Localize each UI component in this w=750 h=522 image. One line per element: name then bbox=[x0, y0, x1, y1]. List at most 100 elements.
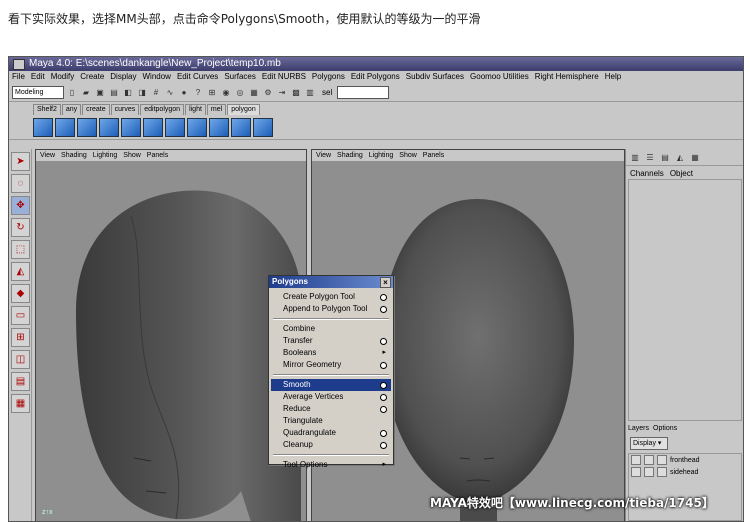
option-box-icon[interactable] bbox=[380, 294, 387, 301]
history-icon[interactable]: ⊞ bbox=[206, 86, 218, 98]
vp2-menu-lighting[interactable]: Lighting bbox=[369, 150, 394, 161]
vp-menu-panels[interactable]: Panels bbox=[147, 150, 168, 161]
shelf-tab-shelf2[interactable]: Shelf2 bbox=[33, 104, 61, 115]
menu-subdiv-surfaces[interactable]: Subdiv Surfaces bbox=[406, 71, 464, 83]
menu-display[interactable]: Display bbox=[110, 71, 136, 83]
menu-file[interactable]: File bbox=[12, 71, 25, 83]
layer-row[interactable]: sidehead bbox=[629, 466, 741, 478]
shelf-tab-create[interactable]: create bbox=[82, 104, 110, 115]
rotate-tool-icon[interactable]: ↻ bbox=[11, 218, 30, 237]
menu-item-booleans[interactable]: Booleans ▸ bbox=[271, 347, 391, 359]
poly-uv-icon[interactable] bbox=[231, 117, 251, 137]
menu-polygons[interactable]: Polygons bbox=[312, 71, 345, 83]
lasso-tool-icon[interactable]: ◌ bbox=[11, 174, 30, 193]
menu-edit-nurbs[interactable]: Edit NURBS bbox=[262, 71, 306, 83]
vp-menu-shading[interactable]: Shading bbox=[61, 150, 87, 161]
menu-item-reduce[interactable]: Reduce bbox=[271, 403, 391, 415]
poly-merge-icon[interactable] bbox=[143, 117, 163, 137]
render-globals-icon[interactable]: ▦ bbox=[248, 86, 260, 98]
options-menu[interactable]: Options bbox=[653, 425, 677, 432]
option-box-icon[interactable] bbox=[380, 362, 387, 369]
menu-item-append-polygon-tool[interactable]: Append to Polygon Tool bbox=[271, 303, 391, 315]
new-scene-icon[interactable]: ▯ bbox=[66, 86, 78, 98]
menu-item-triangulate[interactable]: Triangulate bbox=[271, 415, 391, 427]
menu-surfaces[interactable]: Surfaces bbox=[224, 71, 256, 83]
channel-box-icon[interactable]: ▦ bbox=[689, 151, 701, 163]
layout-two-icon[interactable]: ◫ bbox=[11, 350, 30, 369]
layer-display-dropdown[interactable]: Display ▾ bbox=[630, 437, 668, 450]
option-box-icon[interactable] bbox=[380, 430, 387, 437]
save-scene-icon[interactable]: ▣ bbox=[94, 86, 106, 98]
quick-select-field[interactable] bbox=[337, 85, 390, 99]
snap-curve-icon[interactable]: ∿ bbox=[164, 86, 176, 98]
clapper-icon[interactable]: ▩ bbox=[290, 86, 302, 98]
menu-item-mirror-geometry[interactable]: Mirror Geometry bbox=[271, 359, 391, 371]
layout-outliner-icon[interactable]: ▤ bbox=[11, 372, 30, 391]
ipr-render-icon[interactable]: ◎ bbox=[234, 86, 246, 98]
layout-graph-icon[interactable]: ▦ bbox=[11, 394, 30, 413]
layout-single-icon[interactable]: ▭ bbox=[11, 306, 30, 325]
color-swatch[interactable] bbox=[657, 467, 667, 477]
poly-sphere-icon[interactable] bbox=[77, 117, 97, 137]
menu-item-cleanup[interactable]: Cleanup bbox=[271, 439, 391, 451]
menu-right-hemisphere[interactable]: Right Hemisphere bbox=[535, 71, 599, 83]
layout-four-icon[interactable]: ⊞ bbox=[11, 328, 30, 347]
poly-cube-icon[interactable] bbox=[99, 117, 119, 137]
option-box-icon[interactable] bbox=[380, 382, 387, 389]
poly-split-icon[interactable] bbox=[121, 117, 141, 137]
vp2-menu-view[interactable]: View bbox=[316, 150, 331, 161]
menu-edit[interactable]: Edit bbox=[31, 71, 45, 83]
layer-row[interactable]: fronthead bbox=[629, 454, 741, 466]
menu-window[interactable]: Window bbox=[143, 71, 171, 83]
option-box-icon[interactable] bbox=[380, 306, 387, 313]
hypershade-icon[interactable]: ⚙ bbox=[262, 86, 274, 98]
outliner-icon[interactable]: ▥ bbox=[304, 86, 316, 98]
poly-bevel-icon[interactable] bbox=[187, 117, 207, 137]
select-component-icon[interactable]: ◨ bbox=[136, 86, 148, 98]
template-toggle[interactable] bbox=[644, 455, 654, 465]
shelf-tab-light[interactable]: light bbox=[185, 104, 206, 115]
scale-tool-icon[interactable]: ⬚ bbox=[11, 240, 30, 259]
menu-goomoo-utilities[interactable]: Goomoo Utilities bbox=[470, 71, 529, 83]
template-toggle[interactable] bbox=[644, 467, 654, 477]
shelf-tab-polygon[interactable]: polygon bbox=[227, 104, 260, 115]
option-box-icon[interactable] bbox=[380, 442, 387, 449]
vp-menu-view[interactable]: View bbox=[40, 150, 55, 161]
move-tool-icon[interactable]: ✥ bbox=[11, 196, 30, 215]
menu-modify[interactable]: Modify bbox=[51, 71, 75, 83]
menu-edit-polygons[interactable]: Edit Polygons bbox=[351, 71, 400, 83]
option-box-icon[interactable] bbox=[380, 394, 387, 401]
mode-selector[interactable]: Modeling bbox=[12, 85, 64, 99]
menu-item-tool-options[interactable]: Tool Options ▸ bbox=[271, 459, 391, 471]
shelf-tab-editpolygon[interactable]: editpolygon bbox=[140, 104, 185, 115]
poly-smooth-icon[interactable] bbox=[165, 117, 185, 137]
select-tool-icon[interactable]: ➤ bbox=[11, 152, 30, 171]
menu-item-create-polygon-tool[interactable]: Create Polygon Tool bbox=[271, 291, 391, 303]
poly-cut-icon[interactable] bbox=[253, 117, 273, 137]
option-box-icon[interactable] bbox=[380, 338, 387, 345]
render-icon[interactable]: ◉ bbox=[220, 86, 232, 98]
select-hierarchy-icon[interactable]: ▤ bbox=[108, 86, 120, 98]
layers-menu[interactable]: Layers bbox=[628, 425, 649, 432]
poly-plane-icon[interactable] bbox=[33, 117, 53, 137]
viewport-front[interactable]: View Shading Lighting Show Panels z↑x bbox=[35, 149, 307, 521]
open-scene-icon[interactable]: ▰ bbox=[80, 86, 92, 98]
tool-settings-icon[interactable]: ▤ bbox=[659, 151, 671, 163]
shelf-tab-any[interactable]: any bbox=[61, 104, 82, 115]
shelf-tab-mel[interactable]: mel bbox=[206, 104, 227, 115]
menu-edit-curves[interactable]: Edit Curves bbox=[177, 71, 218, 83]
select-object-icon[interactable]: ◧ bbox=[122, 86, 134, 98]
menu-item-average-vertices[interactable]: Average Vertices bbox=[271, 391, 391, 403]
channel-layout-icon[interactable]: ▥ bbox=[629, 151, 641, 163]
visibility-toggle[interactable] bbox=[631, 467, 641, 477]
menu-item-transfer[interactable]: Transfer bbox=[271, 335, 391, 347]
last-tool-icon[interactable]: ◆ bbox=[11, 284, 30, 303]
menu-help[interactable]: Help bbox=[605, 71, 621, 83]
menu-item-quadrangulate[interactable]: Quadrangulate bbox=[271, 427, 391, 439]
shelf-tab-curves[interactable]: curves bbox=[110, 104, 140, 115]
vp-menu-lighting[interactable]: Lighting bbox=[93, 150, 118, 161]
help-icon[interactable]: ? bbox=[192, 86, 204, 98]
menu-item-smooth[interactable]: Smooth bbox=[271, 379, 391, 391]
viewport-canvas[interactable] bbox=[36, 161, 306, 521]
color-swatch[interactable] bbox=[657, 455, 667, 465]
